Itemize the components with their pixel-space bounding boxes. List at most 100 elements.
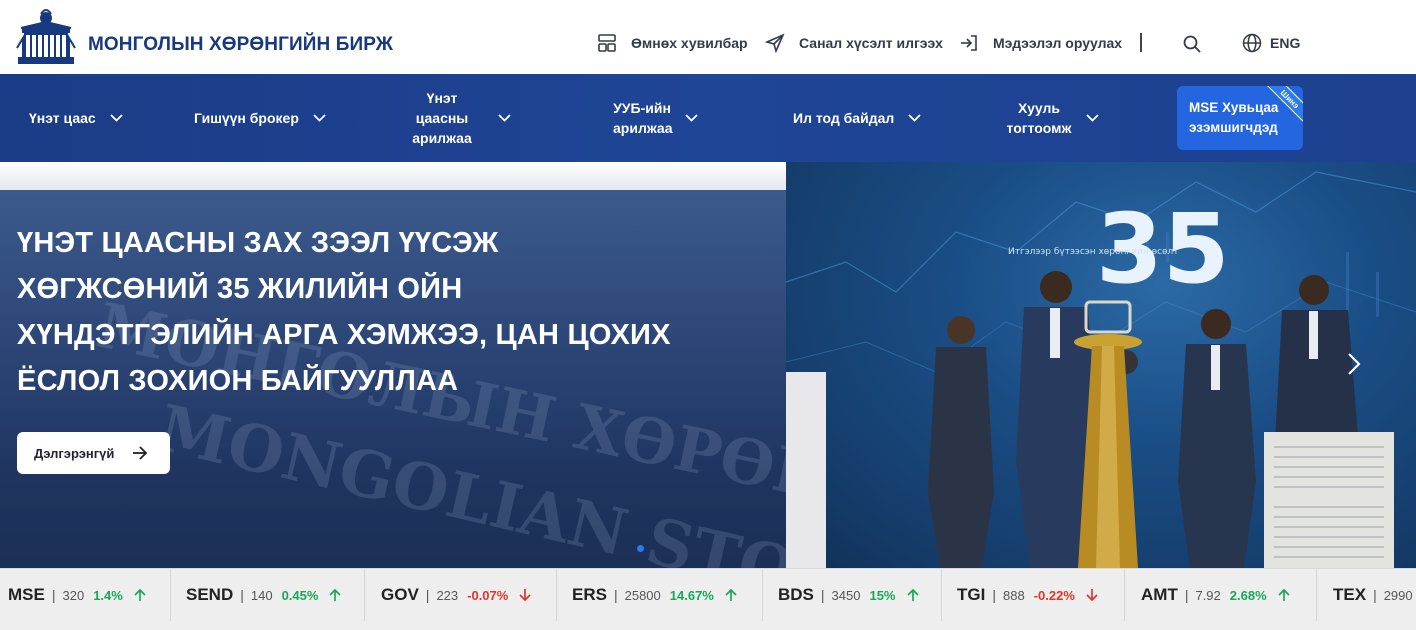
ticker-change: -0.22% — [1033, 587, 1075, 603]
ticker-symbol: TEX — [1333, 585, 1367, 604]
ticker-price: 25800 — [624, 587, 661, 603]
ticker-separator: | — [240, 587, 244, 603]
ticker-item[interactable]: BDS | 3450 15% — [778, 569, 919, 621]
nav-item-commodity-trading[interactable]: УУБ-ийн арилжаа — [613, 74, 698, 162]
ticker-divider — [364, 569, 365, 621]
shareholders-button-label: MSE Хувьцаа эзэмшигчдэд — [1189, 100, 1279, 135]
arrow-up-icon — [906, 588, 919, 601]
ticker-divider — [1316, 569, 1317, 621]
more-button-label: Дэлгэрэнгүй — [34, 445, 115, 461]
ticker-symbol: TGI — [957, 585, 986, 604]
top-link-submit-info[interactable]: Мэдээлэл оруулах — [959, 30, 1122, 56]
language-label: ENG — [1270, 35, 1301, 51]
search-icon[interactable] — [1182, 34, 1202, 54]
ticker-item[interactable]: AMT | 7.92 2.68% — [1141, 569, 1290, 621]
brand-name[interactable]: МОНГОЛЫН ХӨРӨНГИЙН БИРЖ — [88, 34, 393, 56]
ticker-item[interactable]: TEX | 2990 — [1333, 569, 1413, 621]
ticker-price: 7.92 — [1195, 587, 1221, 603]
hero-slider: МОНГОЛЫН ХӨРӨНГ MONGOLIAN STOCK ҮНЭТ ЦАА… — [0, 162, 1416, 568]
language-switch[interactable]: ENG — [1242, 30, 1300, 56]
arrow-up-icon — [134, 588, 146, 601]
chevron-down-icon — [313, 114, 326, 122]
ceremony-photo-illustration: 35 Итгэлээр бүтээсэн хөрөнгийн өсөлт — [786, 171, 1416, 568]
arrow-up-icon — [1278, 588, 1290, 601]
arrow-down-icon — [1086, 589, 1098, 602]
layout-icon — [598, 34, 616, 52]
ticker-change: 15% — [869, 587, 896, 603]
ticker-divider — [170, 569, 171, 621]
chevron-down-icon — [1086, 114, 1099, 122]
stock-ticker: MSE | 320 1.4% SEND | 140 0.45% GOV | 223 -… — [0, 568, 1416, 630]
ticker-change: 0.45% — [281, 587, 319, 603]
ticker-item[interactable]: GOV | 223 -0.07% — [381, 569, 531, 621]
nav-item-securities-trading[interactable]: Үнэт цаасны арилжаа — [400, 74, 511, 162]
ticker-item[interactable]: MSE | 320 1.4% — [8, 569, 146, 621]
ticker-price: 140 — [250, 587, 273, 603]
globe-icon — [1242, 33, 1262, 53]
ticker-change: -0.07% — [467, 587, 509, 603]
nav-item-member-broker[interactable]: Гишүүн брокер — [194, 74, 326, 162]
nav-item-label: Гишүүн брокер — [194, 110, 299, 126]
ticker-symbol: AMT — [1141, 585, 1178, 604]
headline-line: ХҮНДЭТГЭЛИЙН АРГА ХЭМЖЭЭ, ЦАН ЦОХИХ — [17, 319, 671, 351]
ticker-divider — [941, 569, 942, 621]
main-nav: Үнэт цаас Гишүүн брокер Үнэт цаасны арил… — [0, 74, 1416, 162]
nav-item-label: УУБ-ийн арилжаа — [613, 100, 673, 136]
ticker-change: 2.68% — [1229, 587, 1267, 603]
top-link-label: Өмнөх хувилбар — [631, 35, 748, 51]
chevron-down-icon — [908, 114, 921, 122]
ticker-symbol: GOV — [381, 585, 419, 604]
ticker-item[interactable]: ERS | 25800 14.67% — [572, 569, 737, 621]
ticker-symbol: MSE — [8, 585, 45, 604]
ticker-symbol: ERS — [572, 585, 607, 604]
headline-line: ЁСЛОЛ ЗОХИОН БАЙГУУЛЛАА — [17, 365, 459, 397]
nav-item-label: Үнэт цаас — [29, 110, 96, 126]
ticker-separator: | — [820, 587, 825, 603]
slider-dot-active[interactable] — [637, 545, 644, 552]
top-link-label: Мэдээлэл оруулах — [993, 35, 1123, 51]
anniversary-caption: Итгэлээр бүтээсэн хөрөнгийн өсөлт — [1008, 247, 1179, 257]
chevron-down-icon — [498, 114, 511, 122]
ticker-divider — [1124, 569, 1125, 621]
arrow-right-icon — [133, 446, 148, 460]
top-header: МОНГОЛЫН ХӨРӨНГИЙН БИРЖ Өмнөх хувилбар С… — [0, 0, 1416, 74]
ticker-separator: | — [613, 587, 618, 603]
nav-item-securities[interactable]: Үнэт цаас — [29, 74, 123, 162]
hero-top-strip — [0, 162, 786, 190]
ticker-price: 320 — [62, 587, 85, 603]
ticker-change: 1.4% — [93, 587, 123, 603]
arrow-down-icon — [519, 589, 531, 602]
mse-logo-icon[interactable] — [15, 8, 77, 68]
chevron-down-icon — [110, 114, 123, 122]
nav-item-label: Хууль тогтоомж — [1006, 100, 1072, 136]
hero-text-panel: МОНГОЛЫН ХӨРӨНГ MONGOLIAN STOCK ҮНЭТ ЦАА… — [0, 162, 906, 568]
more-button[interactable]: Дэлгэрэнгүй — [17, 432, 170, 474]
ticker-separator: | — [992, 587, 996, 603]
nav-item-transparency[interactable]: Ил тод байдал — [793, 74, 921, 162]
ticker-divider — [556, 569, 557, 621]
ticker-divider — [762, 569, 763, 621]
ticker-separator: | — [51, 587, 56, 603]
ticker-change: 14.67% — [669, 587, 714, 603]
ticker-price: 3450 — [831, 587, 861, 603]
shareholders-button[interactable]: MSE Хувьцаа эзэмшигчдэд Шинэ — [1177, 86, 1303, 150]
login-icon — [961, 35, 977, 51]
chevron-right-icon[interactable] — [1344, 352, 1364, 376]
ticker-symbol: BDS — [778, 585, 814, 604]
send-icon — [765, 33, 785, 53]
arrow-up-icon — [329, 588, 342, 601]
ticker-price: 2990 — [1383, 587, 1413, 603]
header-divider — [1140, 33, 1142, 52]
headline-line: ХӨГЖСӨНИЙ 35 ЖИЛИЙН ОЙН — [17, 273, 463, 305]
nav-item-label: Ил тод байдал — [793, 110, 895, 126]
ticker-item[interactable]: TGI | 888 -0.22% — [957, 569, 1098, 621]
nav-item-legislation[interactable]: Хууль тогтоомж — [1006, 74, 1099, 162]
top-link-feedback[interactable]: Санал хүсэлт илгээх — [765, 30, 943, 56]
arrow-up-icon — [725, 588, 737, 601]
hero-photo: 35 Итгэлээр бүтээсэн хөрөнгийн өсөлт — [786, 162, 1416, 568]
ticker-symbol: SEND — [186, 585, 234, 604]
top-link-previous-version[interactable]: Өмнөх хувилбар — [597, 30, 748, 56]
ticker-separator: | — [425, 587, 430, 603]
ticker-price: 223 — [436, 587, 459, 603]
ticker-item[interactable]: SEND | 140 0.45% — [186, 569, 342, 621]
